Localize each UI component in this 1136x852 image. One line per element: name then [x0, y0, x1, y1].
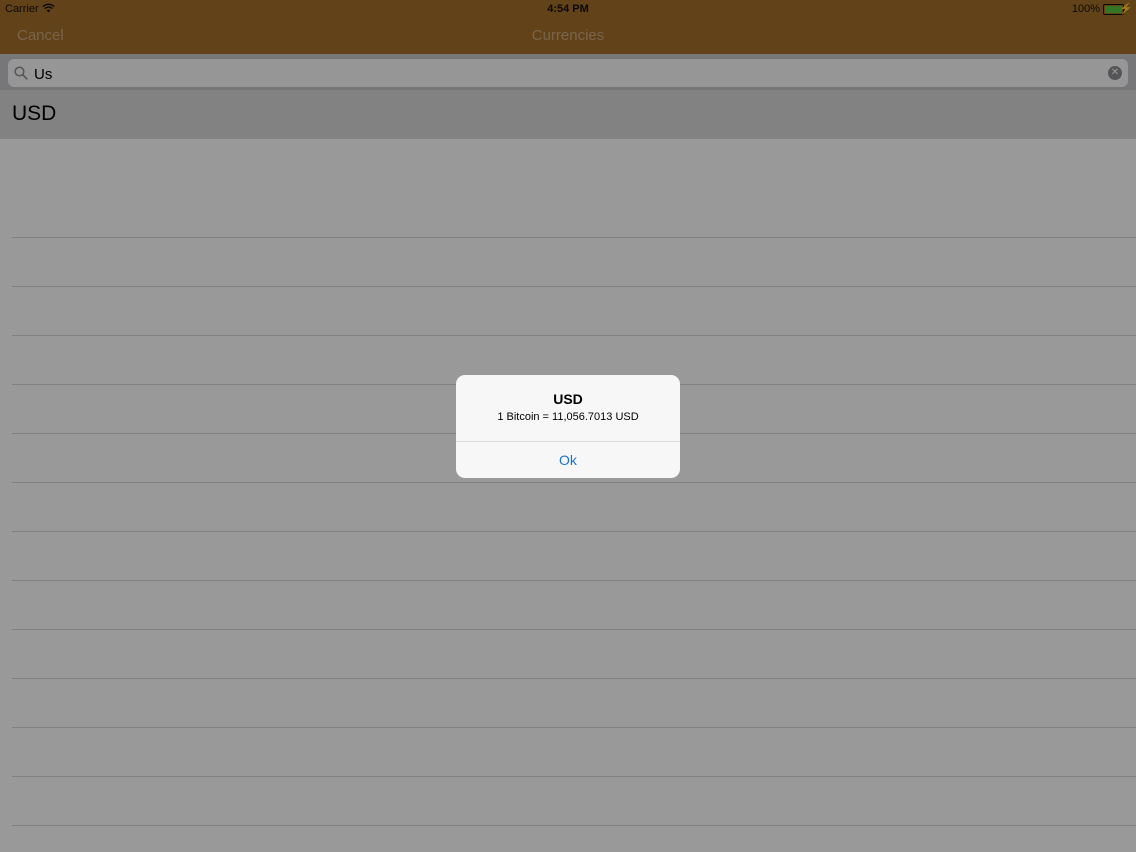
alert-dialog: USD 1 Bitcoin = 11,056.7013 USD Ok	[456, 375, 680, 478]
alert-message: 1 Bitcoin = 11,056.7013 USD	[497, 411, 639, 423]
alert-title: USD	[553, 391, 583, 407]
ok-button[interactable]: Ok	[456, 442, 680, 478]
